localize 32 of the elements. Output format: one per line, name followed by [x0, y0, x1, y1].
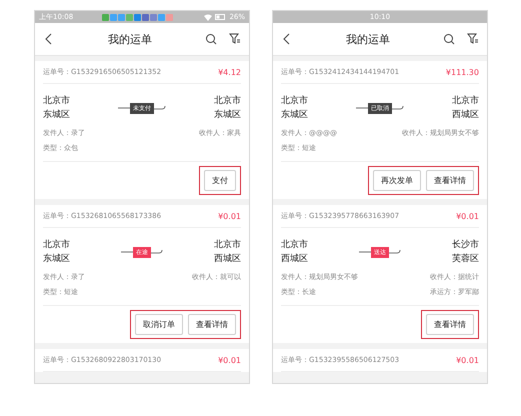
action-button[interactable]: 取消订单	[135, 314, 183, 335]
destination-city: 长沙市 芙蓉区	[452, 238, 479, 266]
route-line-icon	[118, 105, 130, 111]
action-button[interactable]: 查看详情	[188, 314, 236, 335]
price: ¥0.01	[218, 356, 241, 364]
action-button[interactable]: 查看详情	[426, 314, 474, 335]
page-title: 我的运单	[345, 32, 391, 46]
action-button[interactable]: 再次发单	[373, 170, 421, 191]
filter-icon[interactable]	[229, 33, 241, 45]
price: ¥0.01	[456, 212, 479, 220]
filter-icon[interactable]	[467, 33, 479, 45]
origin-city: 北京市 东城区	[43, 238, 70, 266]
search-icon[interactable]	[443, 33, 455, 45]
origin-city: 北京市 西城区	[281, 238, 308, 266]
battery-icon	[215, 14, 226, 20]
price: ¥0.01	[456, 356, 479, 364]
price: ¥111.30	[446, 68, 479, 76]
price: ¥4.12	[218, 68, 241, 76]
search-icon[interactable]	[205, 33, 217, 45]
route-line-icon	[121, 249, 133, 255]
page-title: 我的运单	[107, 32, 153, 46]
route-line-icon	[356, 105, 368, 111]
wifi-icon	[204, 14, 212, 20]
action-button[interactable]: 支付	[204, 170, 236, 191]
destination-city: 北京市 西城区	[452, 94, 479, 122]
destination-city: 北京市 西城区	[214, 238, 241, 266]
route-line-icon	[359, 249, 371, 255]
action-button[interactable]: 查看详情	[426, 170, 474, 191]
origin-city: 北京市 东城区	[43, 94, 70, 122]
destination-city: 北京市 东城区	[214, 94, 241, 122]
price: ¥0.01	[218, 212, 241, 220]
origin-city: 北京市 东城区	[281, 94, 308, 122]
